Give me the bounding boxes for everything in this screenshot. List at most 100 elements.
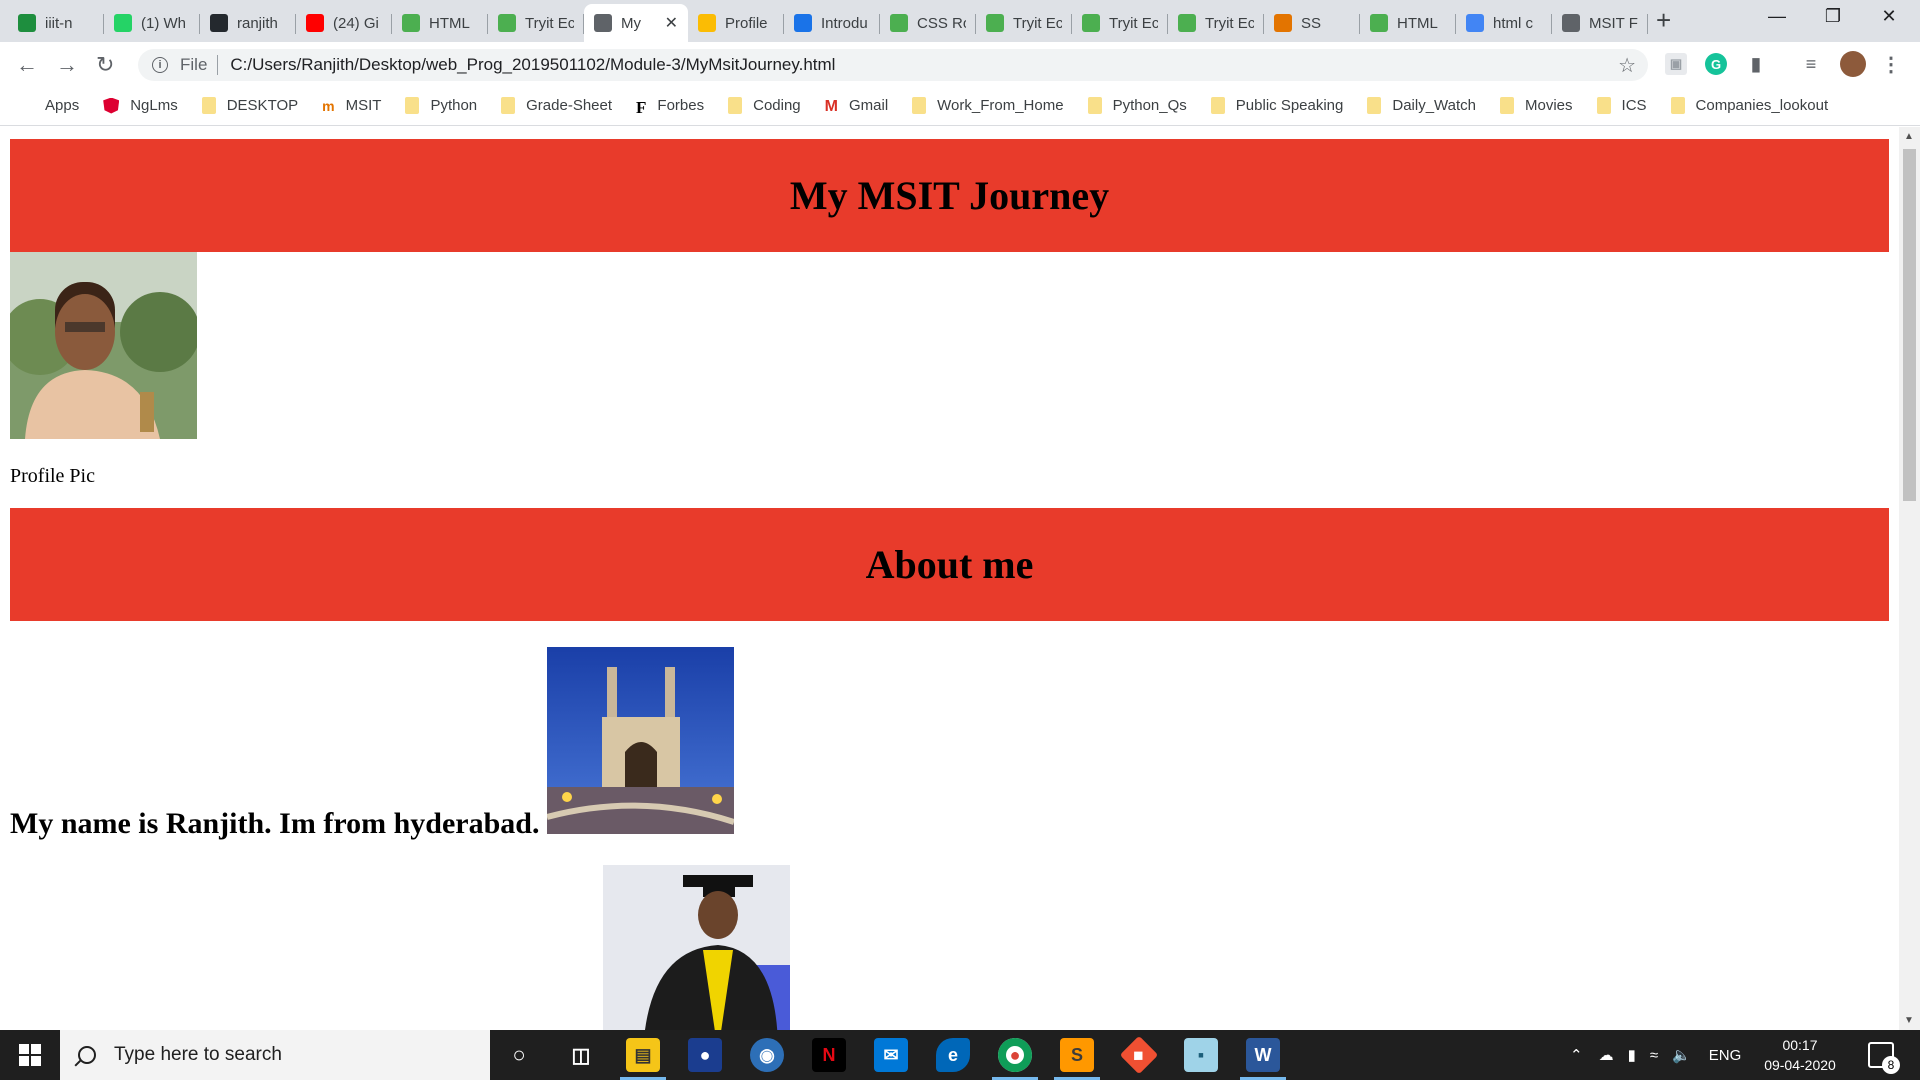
- profile-avatar[interactable]: [1840, 51, 1866, 77]
- w3schools-icon: [890, 14, 908, 32]
- address-bar[interactable]: i File C:/Users/Ranjith/Desktop/web_Prog…: [138, 49, 1648, 81]
- youtube-icon: [306, 14, 324, 32]
- gmail-icon: M: [824, 97, 838, 115]
- browser-tab[interactable]: Tryit Ec: [976, 4, 1072, 42]
- close-tab-icon[interactable]: ✕: [665, 13, 678, 33]
- start-button[interactable]: [0, 1030, 60, 1080]
- media-control-icon[interactable]: ≡: [1800, 53, 1822, 75]
- bookmark-item[interactable]: Daily_Watch: [1367, 97, 1476, 114]
- scroll-up-arrow-icon[interactable]: ▲: [1904, 131, 1914, 142]
- tab-list: iiit-n (1) Wh ranjith (24) Gi HTML Tryit Ec My…: [8, 4, 1648, 42]
- bookmark-label: Companies_lookout: [1695, 97, 1829, 114]
- sublime-text-icon[interactable]: S: [1054, 1038, 1100, 1080]
- tab-label: Tryit Ec: [1013, 14, 1062, 32]
- minimize-button[interactable]: —: [1754, 6, 1800, 27]
- browser-tab[interactable]: iiit-n: [8, 4, 104, 42]
- drive-icon: [698, 14, 716, 32]
- tray-chevron-icon[interactable]: ⌃: [1570, 1046, 1583, 1064]
- audio-extension-icon[interactable]: ▮: [1745, 53, 1767, 75]
- battery-icon[interactable]: ▮: [1628, 1046, 1636, 1064]
- folder-icon: [1500, 97, 1515, 114]
- menu-kebab-icon[interactable]: ⋮: [1880, 53, 1902, 76]
- browser-tab[interactable]: My ✕: [584, 4, 688, 42]
- msit-icon: m: [322, 97, 335, 114]
- taskbar-search[interactable]: Type here to search: [60, 1030, 490, 1080]
- onedrive-icon[interactable]: ☁: [1599, 1046, 1614, 1064]
- tab-strip: iiit-n (1) Wh ranjith (24) Gi HTML Tryit Ec My…: [0, 0, 1920, 42]
- bookmark-item[interactable]: Movies: [1500, 97, 1573, 114]
- tab-label: My: [621, 14, 641, 32]
- bookmark-item[interactable]: Work_From_Home: [912, 97, 1064, 114]
- volume-icon[interactable]: 🔈: [1672, 1046, 1691, 1064]
- bookmark-item[interactable]: Grade-Sheet: [501, 97, 612, 114]
- folder-icon: [1596, 97, 1611, 114]
- bookmark-item[interactable]: F Forbes: [636, 97, 704, 117]
- bookmark-star-icon[interactable]: ☆: [1618, 53, 1636, 78]
- bookmark-item[interactable]: DESKTOP: [201, 97, 298, 114]
- forbes-icon: F: [636, 97, 647, 117]
- bookmark-item[interactable]: Python_Qs: [1087, 97, 1187, 114]
- browser-tab[interactable]: html c: [1456, 4, 1552, 42]
- bookmark-item[interactable]: M Gmail: [824, 97, 889, 115]
- app-icon-hp[interactable]: ●: [688, 1038, 722, 1072]
- about-banner: About me: [10, 508, 1889, 621]
- scroll-down-arrow-icon[interactable]: ▼: [1904, 1015, 1914, 1026]
- browser-tab[interactable]: Tryit Ec: [1072, 4, 1168, 42]
- tab-label: iiit-n: [45, 14, 73, 32]
- chrome-icon[interactable]: ●: [992, 1038, 1038, 1080]
- bookmark-item[interactable]: NgLms: [103, 97, 178, 114]
- browser-tab[interactable]: (1) Wh: [104, 4, 200, 42]
- profile-caption: Profile Pic: [10, 465, 95, 487]
- forward-button[interactable]: →: [56, 52, 78, 78]
- browser-tab[interactable]: Tryit Ec: [488, 4, 584, 42]
- bookmark-item[interactable]: Python: [405, 97, 477, 114]
- bookmark-item[interactable]: Apps: [18, 97, 79, 114]
- action-center-icon[interactable]: 8: [1868, 1042, 1900, 1074]
- browser-tab[interactable]: (24) Gi: [296, 4, 392, 42]
- app-icon-notes[interactable]: ▪: [1184, 1038, 1218, 1072]
- scrollbar-thumb[interactable]: [1903, 149, 1916, 501]
- url-text[interactable]: C:/Users/Ranjith/Desktop/web_Prog_201950…: [230, 55, 835, 75]
- git-icon[interactable]: ◆: [1119, 1035, 1159, 1075]
- edge-icon[interactable]: e: [936, 1038, 970, 1072]
- back-button[interactable]: ←: [16, 52, 38, 78]
- close-window-button[interactable]: ✕: [1866, 6, 1912, 27]
- browser-tab[interactable]: SS: [1264, 4, 1360, 42]
- language-indicator[interactable]: ENG: [1709, 1047, 1742, 1064]
- page-scrollbar[interactable]: ▲ ▼: [1899, 127, 1920, 1030]
- bookmark-label: Grade-Sheet: [526, 97, 613, 114]
- bookmark-item[interactable]: ICS: [1596, 97, 1647, 114]
- browser-tab[interactable]: CSS Ro: [880, 4, 976, 42]
- bookmark-label: Gmail: [848, 97, 889, 114]
- search-icon: [78, 1046, 96, 1064]
- bookmark-item[interactable]: Coding: [728, 97, 801, 114]
- apps-grid-icon: [18, 98, 34, 114]
- taskbar-clock[interactable]: 00:17 09-04-2020: [1755, 1035, 1845, 1075]
- browser-tab[interactable]: Profile: [688, 4, 784, 42]
- firefox-icon[interactable]: ◉: [750, 1038, 784, 1072]
- netflix-icon[interactable]: N: [812, 1038, 846, 1072]
- bookmark-item[interactable]: m MSIT: [322, 97, 381, 114]
- tab-label: Tryit Ec: [525, 14, 574, 32]
- task-view-icon[interactable]: ◫: [564, 1038, 598, 1072]
- browser-tab[interactable]: MSIT F: [1552, 4, 1648, 42]
- mail-icon[interactable]: ✉: [874, 1038, 908, 1072]
- grammarly-extension-icon[interactable]: G: [1705, 53, 1727, 75]
- browser-tab[interactable]: ranjith: [200, 4, 296, 42]
- file-explorer-icon[interactable]: ▤: [620, 1038, 666, 1080]
- restore-button[interactable]: ❐: [1810, 6, 1856, 27]
- url-divider: [217, 55, 219, 75]
- wifi-icon[interactable]: ≈: [1650, 1047, 1658, 1064]
- word-icon[interactable]: W: [1240, 1038, 1286, 1080]
- browser-tab[interactable]: Introdu: [784, 4, 880, 42]
- browser-tab[interactable]: HTML: [1360, 4, 1456, 42]
- bookmark-item[interactable]: Companies_lookout: [1670, 97, 1829, 114]
- pocket-extension-icon[interactable]: ▣: [1665, 53, 1687, 75]
- cortana-icon[interactable]: ○: [502, 1038, 536, 1072]
- new-tab-button[interactable]: +: [1656, 6, 1671, 34]
- browser-tab[interactable]: Tryit Ec: [1168, 4, 1264, 42]
- browser-tab[interactable]: HTML: [392, 4, 488, 42]
- reload-button[interactable]: ↻: [96, 52, 114, 78]
- bookmark-item[interactable]: Public Speaking: [1210, 97, 1343, 114]
- site-info-icon[interactable]: i: [152, 57, 168, 73]
